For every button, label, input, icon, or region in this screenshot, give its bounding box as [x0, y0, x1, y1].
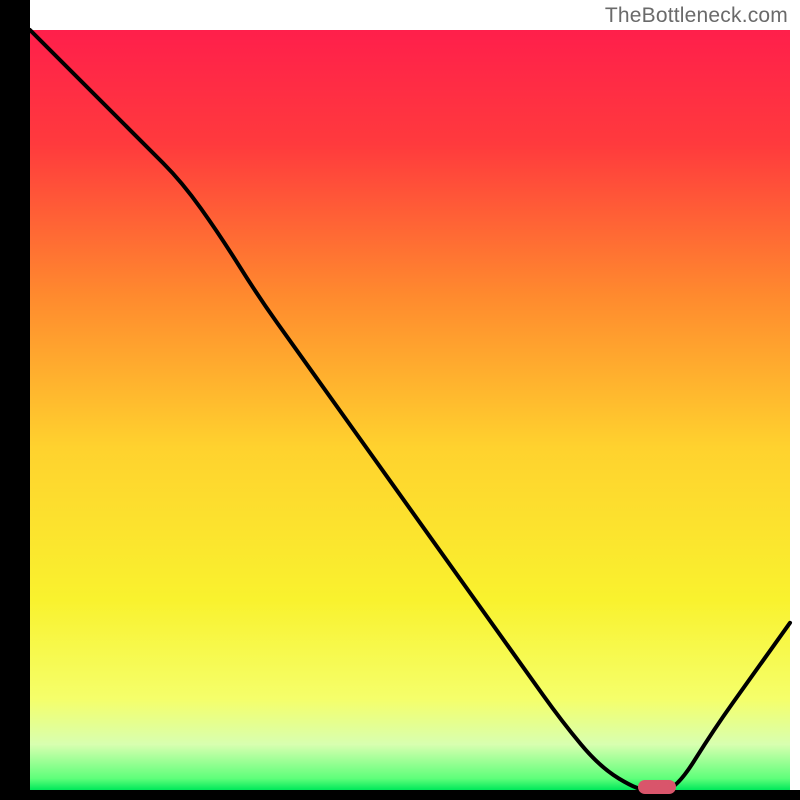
optimal-range-marker	[638, 780, 676, 794]
watermark-text: TheBottleneck.com	[605, 4, 788, 28]
y-axis	[0, 0, 30, 800]
chart-svg	[0, 0, 800, 800]
x-axis	[0, 790, 800, 800]
bottleneck-chart: TheBottleneck.com	[0, 0, 800, 800]
